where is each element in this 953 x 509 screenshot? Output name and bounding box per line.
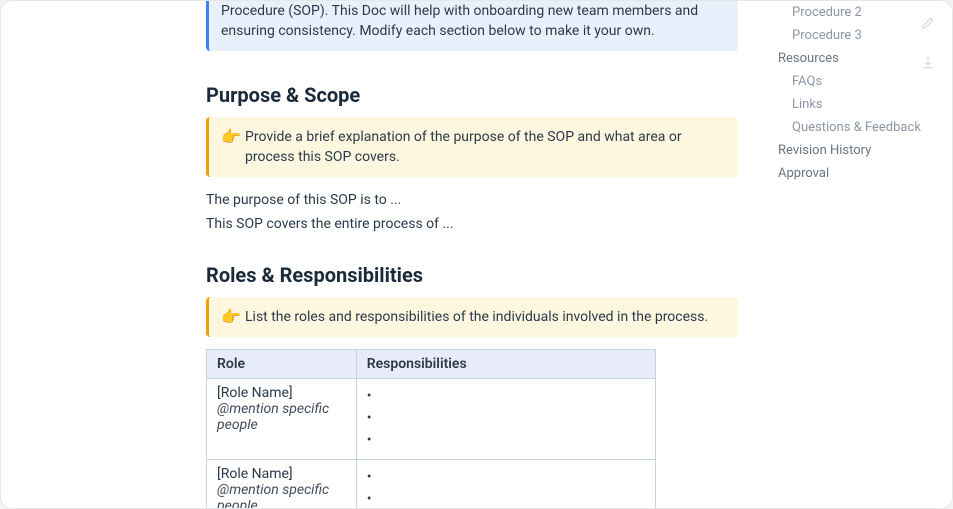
bullet-icon: • <box>367 488 381 509</box>
purpose-callout: 👉 Provide a brief explanation of the pur… <box>206 117 738 177</box>
document-frame: Procedure (SOP). This Doc will help with… <box>0 0 953 509</box>
roles-heading: Roles & Responsibilities <box>206 263 738 287</box>
outline-item-faqs[interactable]: FAQs <box>778 70 938 93</box>
outline-item-procedure-3[interactable]: Procedure 3 <box>778 24 938 47</box>
outline-item-resources[interactable]: Resources <box>778 47 938 70</box>
roles-table: Role Responsibilities [Role Name] @menti… <box>206 349 656 509</box>
role-name: [Role Name] <box>217 385 346 401</box>
role-name: [Role Name] <box>217 466 346 482</box>
outline-item-links[interactable]: Links <box>778 93 938 116</box>
pointing-right-icon: 👉 <box>221 307 245 327</box>
outline-item-questions-feedback[interactable]: Questions & Feedback <box>778 116 938 139</box>
role-mention: @mention specific people <box>217 482 346 509</box>
roles-table-col-role: Role <box>207 350 357 379</box>
outline-action-icons <box>920 15 936 75</box>
outline-item-approval[interactable]: Approval <box>778 162 938 185</box>
intro-callout: Procedure (SOP). This Doc will help with… <box>206 0 738 51</box>
purpose-callout-text: Provide a brief explanation of the purpo… <box>245 127 724 167</box>
roles-callout: 👉 List the roles and responsibilities of… <box>206 297 738 337</box>
intro-callout-text: Procedure (SOP). This Doc will help with… <box>221 1 724 41</box>
pointing-right-icon: 👉 <box>221 127 245 147</box>
role-mention: @mention specific people <box>217 401 346 433</box>
table-row[interactable]: [Role Name] @mention specific people • •… <box>207 379 656 460</box>
purpose-heading: Purpose & Scope <box>206 83 738 107</box>
outline-item-revision-history[interactable]: Revision History <box>778 139 938 162</box>
outline-item-procedure-2[interactable]: Procedure 2 <box>778 1 938 24</box>
purpose-line-1[interactable]: The purpose of this SOP is to ... <box>206 189 738 211</box>
table-row[interactable]: [Role Name] @mention specific people • •… <box>207 460 656 509</box>
download-icon[interactable] <box>920 55 936 75</box>
roles-callout-text: List the roles and responsibilities of t… <box>245 307 724 327</box>
purpose-line-2[interactable]: This SOP covers the entire process of ..… <box>206 213 738 235</box>
document-body: Procedure (SOP). This Doc will help with… <box>206 1 746 509</box>
bullet-icon: • <box>367 407 381 429</box>
bullet-icon: • <box>367 385 381 407</box>
roles-table-col-resp: Responsibilities <box>356 350 655 379</box>
bullet-icon: • <box>367 429 381 451</box>
outline-panel: Procedure 2 Procedure 3 Resources FAQs L… <box>778 1 938 185</box>
bullet-icon: • <box>367 466 381 488</box>
edit-icon[interactable] <box>920 15 936 35</box>
